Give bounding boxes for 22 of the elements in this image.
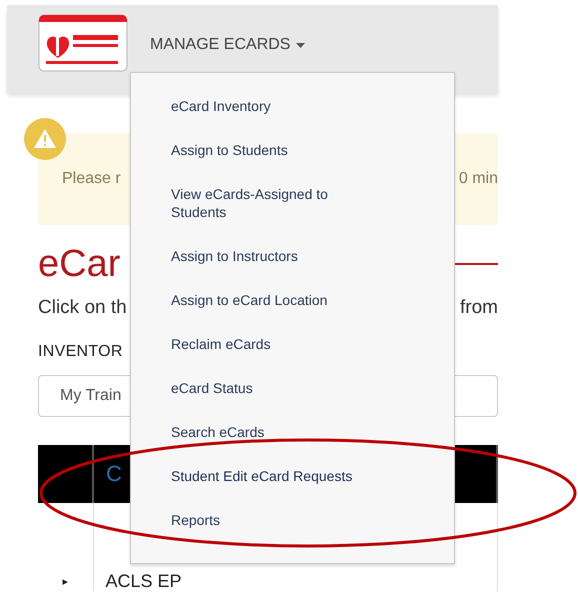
page-title: eCar [38, 242, 120, 286]
alert-text: 0 min [458, 170, 498, 188]
menu-item[interactable]: eCard Status [171, 379, 253, 397]
alert-text: Please r [62, 170, 121, 188]
card-logo-icon[interactable] [38, 14, 128, 72]
column-header [38, 445, 93, 503]
expand-toggle[interactable]: ▸ [38, 503, 93, 591]
caret-icon [296, 42, 306, 48]
instruction-text: from [460, 297, 498, 319]
menu-item[interactable]: eCard Inventory [171, 97, 271, 115]
menu-item[interactable]: Student Edit eCard Requests [171, 467, 352, 485]
menu-item[interactable]: View eCards-Assigned to Students [171, 185, 371, 221]
warning-icon [23, 117, 67, 161]
instruction-text: Click on th [38, 297, 127, 319]
menu-item[interactable]: Assign to eCard Location [171, 291, 328, 309]
manage-ecards-menu[interactable]: MANAGE ECARDS [150, 36, 306, 54]
menu-item[interactable]: Reclaim eCards [171, 335, 271, 353]
menu-item[interactable]: Reports [171, 511, 220, 529]
inventory-label: INVENTOR [38, 343, 123, 361]
menu-item[interactable]: Assign to Students [171, 141, 288, 159]
menu-item[interactable]: Assign to Instructors [171, 247, 298, 265]
menu-item[interactable]: Search eCards [171, 423, 264, 441]
